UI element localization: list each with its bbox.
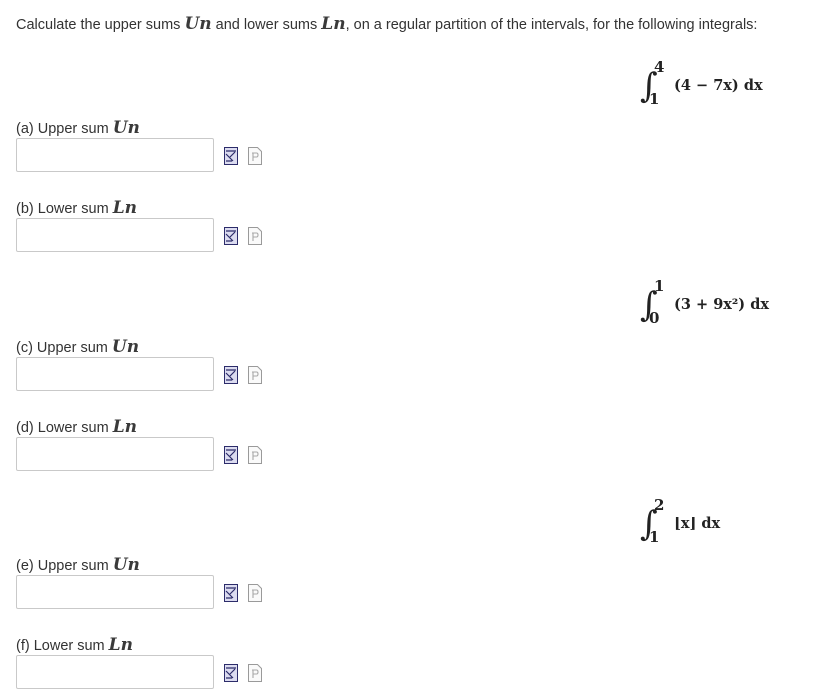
answer-a-input[interactable] [16,138,214,172]
answer-d-label-text: (d) Lower sum [16,420,113,436]
integral-2-integrand: (3 + 9x²) dx [674,296,769,313]
integral-2-upper-limit: 1 [654,277,665,295]
integral-1-lower-limit: 1 [649,90,660,108]
integral-3-lower-limit: 1 [649,528,660,546]
help-page-icon[interactable] [248,147,262,165]
answer-f-symbol: Ln [108,635,133,655]
answer-d-label: (d) Lower sum Ln [16,417,137,437]
help-page-icon[interactable] [248,446,262,464]
answer-c-label: (c) Upper sum Un [16,337,139,357]
answer-d-symbol: Ln [112,417,138,437]
answer-c-symbol: Un [111,337,140,357]
help-page-icon[interactable] [248,584,262,602]
answer-f-label-text: (f) Lower sum [16,638,109,654]
answer-a-label: (a) Upper sum Un [16,118,140,138]
answer-b-label-text: (b) Lower sum [16,201,113,217]
answer-e-symbol: Un [112,555,140,575]
answer-f-label: (f) Lower sum Ln [16,635,133,655]
preview-formula-icon[interactable] [224,366,238,384]
answer-f-input[interactable] [16,655,214,689]
answer-b-symbol: Ln [112,198,138,218]
prompt-text-1: Calculate the upper sums [16,17,185,33]
help-page-icon[interactable] [248,366,262,384]
question-prompt: Calculate the upper sums Un and lower su… [16,14,757,34]
integral-3-integrand: ⌊x⌋ dx [674,515,721,532]
help-page-icon[interactable] [248,664,262,682]
answer-e-input[interactable] [16,575,214,609]
prompt-text-2: and lower sums [211,17,322,33]
answer-b-label: (b) Lower sum Ln [16,198,137,218]
preview-formula-icon[interactable] [224,147,238,165]
preview-formula-icon[interactable] [224,446,238,464]
answer-e-label-text: (e) Upper sum [16,558,113,574]
integral-1-integrand: (4 − 7x) dx [674,77,763,94]
integral-2-lower-limit: 0 [649,309,660,327]
upper-sum-symbol: Un [184,14,212,34]
answer-a-symbol: Un [112,118,140,138]
preview-formula-icon[interactable] [224,584,238,602]
prompt-text-3: , on a regular partition of the interval… [345,17,758,33]
answer-b-input[interactable] [16,218,214,252]
answer-a-label-text: (a) Upper sum [16,121,113,137]
lower-sum-symbol: Ln [321,14,346,34]
preview-formula-icon[interactable] [224,664,238,682]
answer-c-label-text: (c) Upper sum [16,340,112,356]
answer-e-label: (e) Upper sum Un [16,555,140,575]
integral-1-upper-limit: 4 [654,58,665,76]
integral-3-upper-limit: 2 [654,496,665,514]
help-page-icon[interactable] [248,227,262,245]
answer-c-input[interactable] [16,357,214,391]
preview-formula-icon[interactable] [224,227,238,245]
answer-d-input[interactable] [16,437,214,471]
